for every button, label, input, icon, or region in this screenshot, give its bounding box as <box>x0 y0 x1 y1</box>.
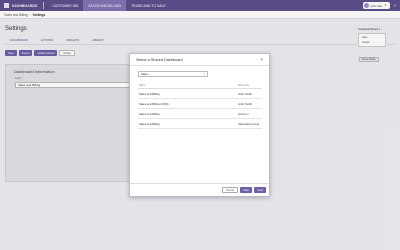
row-name: Sales and Billing <box>139 121 160 126</box>
modal-footer: Cancel Clear Load <box>130 183 269 196</box>
cancel-button[interactable]: Cancel <box>221 187 239 193</box>
clear-button[interactable]: Clear <box>240 187 253 193</box>
modal-actions: Cancel Clear Load <box>220 187 266 193</box>
column-header-name[interactable]: Name <box>138 84 238 87</box>
table-header: Name Shared By <box>138 82 262 89</box>
table-row[interactable]: Sales and Billing Alexandra Lerner <box>138 119 262 129</box>
row-name: Sales and Billing <box>139 91 160 96</box>
load-button[interactable]: Load <box>254 187 266 193</box>
select-shared-dashboard-modal: Select a Shared Dashboard × Sales ⌕ Name… <box>129 53 270 197</box>
row-shared-by: John Smith <box>238 101 252 106</box>
search-input[interactable]: Sales ⌕ <box>138 71 208 77</box>
shared-dashboards-table: Name Shared By Sales and Billing John Sm… <box>138 82 262 129</box>
modal-title: Select a Shared Dashboard <box>136 57 183 62</box>
table-row[interactable]: Sales and Billing (2019) John Smith <box>138 99 262 109</box>
table-row[interactable]: Sales and Billing Anna Lu <box>138 109 262 119</box>
table-row[interactable]: Sales and Billing John Smith <box>138 89 262 99</box>
close-icon[interactable]: × <box>260 57 263 62</box>
row-name: Sales and Billing (2019) <box>139 101 169 106</box>
row-name: Sales and Billing <box>139 111 160 116</box>
row-shared-by: Alexandra Lerner <box>238 121 260 126</box>
search-value: Sales <box>141 72 148 76</box>
row-shared-by: Anna Lu <box>238 111 249 116</box>
column-header-shared-by[interactable]: Shared By <box>238 84 262 87</box>
search-icon[interactable]: ⌕ <box>203 72 205 76</box>
modal-header: Select a Shared Dashboard × <box>130 54 269 66</box>
row-shared-by: John Smith <box>238 91 252 96</box>
